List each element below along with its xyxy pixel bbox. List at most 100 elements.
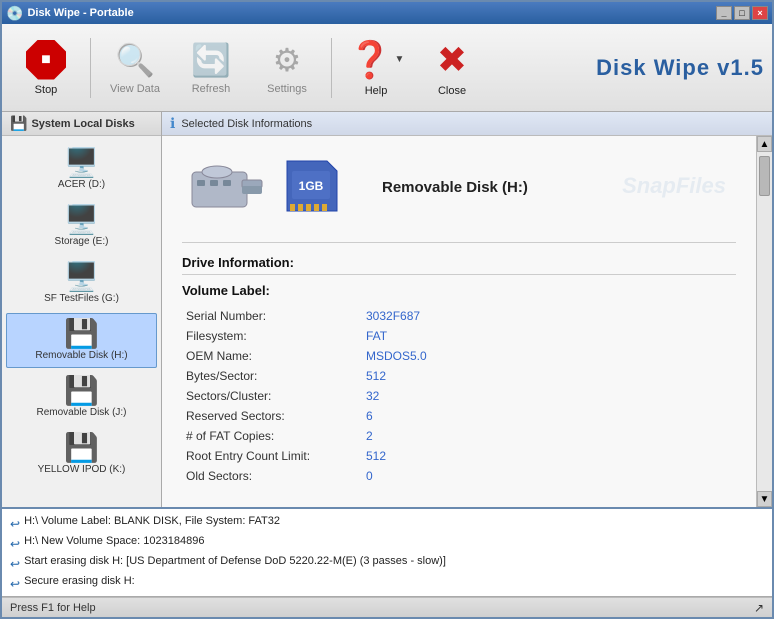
field-name: Serial Number: — [182, 306, 362, 326]
svg-text:1GB: 1GB — [299, 179, 324, 193]
table-row: Old Sectors:0 — [182, 466, 736, 486]
field-value: 512 — [362, 446, 736, 466]
disk-item-storage[interactable]: 🖥️ Storage (E:) — [6, 199, 157, 254]
disk-label-yellow-ipod: YELLOW IPOD (K:) — [38, 464, 126, 475]
help-button[interactable]: ❓ ▼ Help — [340, 30, 412, 106]
disk-icon-removable-h: 💾 — [64, 320, 99, 348]
panel-header-text: System Local Disks — [31, 118, 134, 130]
snapfiles-watermark: SnapFiles — [622, 173, 726, 199]
log-icon: ↩ — [10, 515, 20, 533]
title-bar-text: Disk Wipe - Portable — [27, 7, 716, 19]
title-bar-buttons: _ □ × — [716, 6, 768, 20]
log-text: H:\ Volume Label: BLANK DISK, File Syste… — [24, 513, 280, 530]
disk-item-sf[interactable]: 🖥️ SF TestFiles (G:) — [6, 256, 157, 311]
log-text: H:\ New Volume Space: 1023184896 — [24, 533, 204, 550]
log-icon: ↩ — [10, 535, 20, 553]
log-entries: ↩H:\ Volume Label: BLANK DISK, File Syst… — [10, 513, 764, 593]
help-label: Help — [365, 85, 388, 97]
scroll-up-arrow[interactable]: ▲ — [757, 136, 772, 152]
disk-label-sf: SF TestFiles (G:) — [44, 293, 119, 304]
usb-icon-svg — [182, 152, 272, 222]
log-icon: ↩ — [10, 555, 20, 573]
info-table: Serial Number:3032F687Filesystem:FATOEM … — [182, 306, 736, 486]
disk-item-yellow-ipod[interactable]: 💾 YELLOW IPOD (K:) — [6, 427, 157, 482]
disk-icon-storage: 🖥️ — [64, 206, 99, 234]
disk-label-removable-j: Removable Disk (J:) — [36, 407, 126, 418]
toolbar: ■ Stop 🔍 View Data 🔄 Refresh ⚙ Settings … — [2, 24, 772, 112]
close-button[interactable]: × — [752, 6, 768, 20]
table-row: OEM Name:MSDOS5.0 — [182, 346, 736, 366]
table-row: Bytes/Sector:512 — [182, 366, 736, 386]
log-text: Secure erasing disk H: — [24, 573, 135, 590]
status-log: ↩H:\ Volume Label: BLANK DISK, File Syst… — [2, 507, 772, 597]
field-name: Bytes/Sector: — [182, 366, 362, 386]
disk-icon-yellow-ipod: 💾 — [64, 434, 99, 462]
title-bar: 💿 Disk Wipe - Portable _ □ × — [2, 2, 772, 24]
disk-label-storage: Storage (E:) — [55, 236, 109, 247]
table-row: Sectors/Cluster:32 — [182, 386, 736, 406]
viewdata-button[interactable]: 🔍 View Data — [99, 30, 171, 106]
field-value: 2 — [362, 426, 736, 446]
settings-label: Settings — [267, 83, 307, 95]
disk-icon-sf: 🖥️ — [64, 263, 99, 291]
stop-button[interactable]: ■ Stop — [10, 30, 82, 106]
info-header: ℹ Selected Disk Informations — [162, 112, 772, 136]
log-text: Start erasing disk H: [US Department of … — [24, 553, 446, 570]
settings-icon: ⚙ — [273, 41, 302, 79]
help-dropdown-arrow: ▼ — [394, 54, 404, 65]
disk-visual: 1GB Removable Disk (H:) — [182, 152, 736, 222]
viewdata-icon: 🔍 — [115, 41, 155, 79]
disk-list[interactable]: 🖥️ ACER (D:) 🖥️ Storage (E:) 🖥️ SF TestF… — [2, 136, 161, 507]
field-value: 0 — [362, 466, 736, 486]
app-window: 💿 Disk Wipe - Portable _ □ × ■ Stop 🔍 Vi… — [0, 0, 774, 619]
log-icon: ↩ — [10, 575, 20, 593]
info-content-wrapper: 1GB Removable Disk (H:) — [162, 136, 772, 507]
disk-item-acer[interactable]: 🖥️ ACER (D:) — [6, 142, 157, 197]
log-entry: ↩Secure erasing disk H: — [10, 573, 764, 593]
right-panel: ℹ Selected Disk Informations — [162, 112, 772, 507]
scroll-track — [757, 152, 772, 491]
left-panel-header: 💾 System Local Disks — [2, 112, 161, 136]
status-bar: Press F1 for Help ↗ — [2, 597, 772, 617]
toolbar-close-button[interactable]: ✖ Close — [416, 30, 488, 106]
disk-item-removable-h[interactable]: 💾 Removable Disk (H:) — [6, 313, 157, 368]
settings-button[interactable]: ⚙ Settings — [251, 30, 323, 106]
disk-info-area: 1GB Removable Disk (H:) — [162, 136, 756, 507]
field-value: FAT — [362, 326, 736, 346]
info-header-text: Selected Disk Informations — [181, 118, 312, 130]
field-value: MSDOS5.0 — [362, 346, 736, 366]
scroll-down-arrow[interactable]: ▼ — [757, 491, 772, 507]
minimize-button[interactable]: _ — [716, 6, 732, 20]
maximize-button[interactable]: □ — [734, 6, 750, 20]
table-row: Serial Number:3032F687 — [182, 306, 736, 326]
refresh-button[interactable]: 🔄 Refresh — [175, 30, 247, 106]
disk-label-acer: ACER (D:) — [58, 179, 105, 190]
field-name: # of FAT Copies: — [182, 426, 362, 446]
divider — [182, 242, 736, 243]
field-value: 512 — [362, 366, 736, 386]
field-name: Root Entry Count Limit: — [182, 446, 362, 466]
sep-1 — [90, 38, 91, 98]
drive-info-title: Drive Information: — [182, 255, 736, 275]
log-entry: ↩Start erasing disk H: [US Department of… — [10, 553, 764, 573]
field-name: OEM Name: — [182, 346, 362, 366]
field-value: 32 — [362, 386, 736, 406]
table-row: Root Entry Count Limit:512 — [182, 446, 736, 466]
table-row: # of FAT Copies:2 — [182, 426, 736, 446]
content-area: 💾 System Local Disks 🖥️ ACER (D:) 🖥️ Sto… — [2, 112, 772, 507]
disk-icon-acer: 🖥️ — [64, 149, 99, 177]
scroll-thumb[interactable] — [759, 156, 770, 196]
disk-title-area: Removable Disk (H:) — [382, 179, 528, 196]
disk-label-removable-h: Removable Disk (H:) — [35, 350, 127, 361]
viewdata-label: View Data — [110, 83, 160, 95]
left-panel: 💾 System Local Disks 🖥️ ACER (D:) 🖥️ Sto… — [2, 112, 162, 507]
field-name: Old Sectors: — [182, 466, 362, 486]
right-scrollbar[interactable]: ▲ ▼ — [756, 136, 772, 507]
table-row: Filesystem:FAT — [182, 326, 736, 346]
log-entry: ↩H:\ New Volume Space: 1023184896 — [10, 533, 764, 553]
field-value: 6 — [362, 406, 736, 426]
field-name: Filesystem: — [182, 326, 362, 346]
close-icon: ✖ — [437, 39, 467, 81]
disk-item-removable-j[interactable]: 💾 Removable Disk (J:) — [6, 370, 157, 425]
sd-card-visual: 1GB — [282, 156, 352, 219]
